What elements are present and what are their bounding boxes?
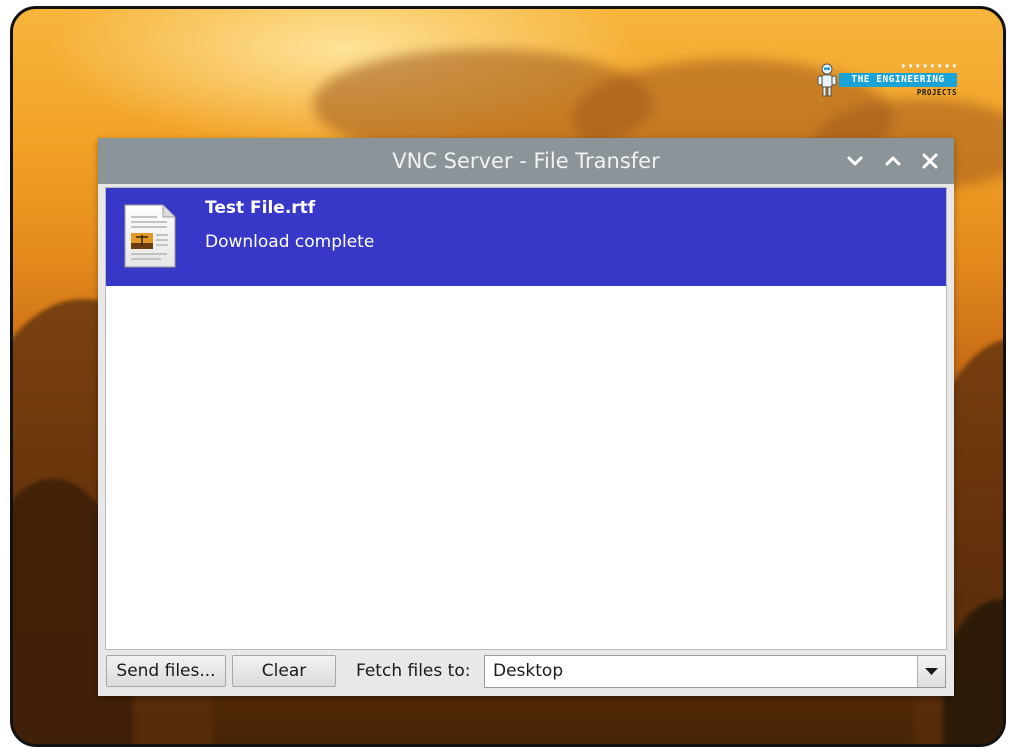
fetch-destination-select[interactable]: Desktop: [484, 655, 946, 688]
send-files-button[interactable]: Send files...: [106, 655, 226, 687]
logo-brand-text: THE ENGINEERING: [839, 73, 957, 87]
document-image-icon: [124, 204, 176, 268]
transfer-row[interactable]: Test File.rtf Download complete: [106, 188, 946, 286]
engineering-projects-logo: ♦ ♦ ♦ ♦ ♦ ♦ ♦ ♦ THE ENGINEERING PROJECTS: [813, 61, 963, 101]
dropdown-button[interactable]: [917, 656, 945, 687]
fetch-destination-value: Desktop: [493, 661, 564, 681]
triangle-down-icon: [925, 668, 938, 675]
file-transfer-window: VNC Server - File Transfer Test File.rtf…: [98, 138, 954, 696]
logo-tagline: ♦ ♦ ♦ ♦ ♦ ♦ ♦ ♦: [900, 63, 957, 70]
transfer-list[interactable]: Test File.rtf Download complete: [105, 187, 947, 650]
transfer-status: Download complete: [205, 232, 375, 252]
clear-button[interactable]: Clear: [232, 655, 336, 687]
chevron-up-icon: [885, 156, 901, 166]
transfer-file-name: Test File.rtf: [205, 198, 316, 218]
minimize-button[interactable]: [844, 150, 866, 172]
logo-sub-text: PROJECTS: [916, 88, 957, 97]
window-title: VNC Server - File Transfer: [392, 149, 660, 173]
chevron-down-icon: [847, 156, 863, 166]
bottom-toolbar: Send files... Clear Fetch files to: Desk…: [98, 650, 954, 696]
close-icon: [922, 153, 938, 169]
robot-icon: [817, 63, 837, 97]
close-button[interactable]: [919, 150, 941, 172]
window-titlebar[interactable]: VNC Server - File Transfer: [98, 138, 954, 184]
fetch-files-label: Fetch files to:: [356, 661, 471, 681]
maximize-button[interactable]: [882, 150, 904, 172]
